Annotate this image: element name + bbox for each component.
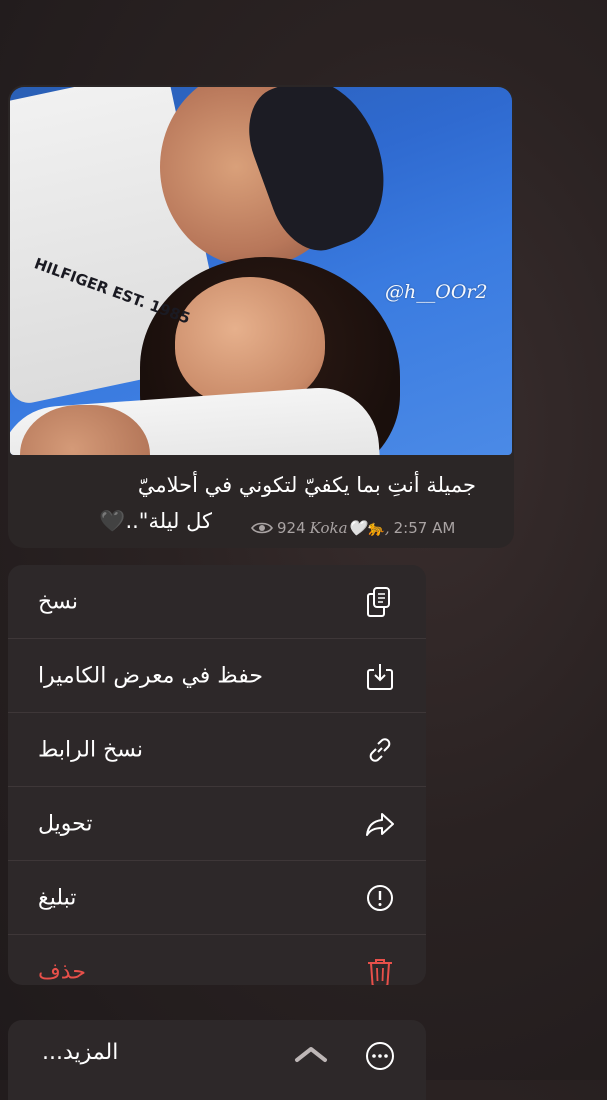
views-count: 924 [277, 519, 306, 537]
message-bubble[interactable]: HILFIGER EST. 1985 @h__OOr2 جميلة أنتِ ب… [8, 85, 514, 548]
menu-item-delete[interactable]: حذف [8, 935, 426, 985]
message-meta: 924 Koka🤍🐆, 2:57 AM [251, 519, 455, 537]
message-photo[interactable]: HILFIGER EST. 1985 @h__OOr2 [10, 87, 512, 455]
menu-item-report[interactable]: تبليغ [8, 861, 426, 935]
save-to-camera-roll-icon [364, 660, 396, 692]
menu-item-save-to-camera-roll[interactable]: حفظ في معرض الكاميرا [8, 639, 426, 713]
more-ellipsis-icon [366, 1042, 394, 1070]
menu-item-label: نسخ الرابط [38, 737, 144, 762]
context-menu: نسخ حفظ في معرض الكاميرا نسخ الرابط تحوي… [8, 565, 426, 985]
menu-item-label: حفظ في معرض الكاميرا [38, 663, 263, 688]
menu-item-label: نسخ [38, 589, 78, 614]
chevron-up-icon [295, 1047, 327, 1062]
menu-item-label: تبليغ [38, 885, 77, 910]
message-time: 2:57 AM [393, 519, 456, 537]
photo-face [175, 277, 325, 407]
views-eye-icon [251, 522, 273, 534]
trash-icon [364, 956, 396, 985]
menu-item-label: تحويل [38, 811, 93, 836]
caption-line-2: كل ليلة"..🖤 [99, 509, 212, 533]
forward-icon [364, 808, 396, 840]
menu-item-more[interactable]: المزيد... [8, 1020, 426, 1100]
more-label: المزيد... [42, 1040, 119, 1065]
report-icon [364, 882, 396, 914]
caption-line-1: جميلة أنتِ بما يكفيّ لتكوني في أحلاميّ [137, 473, 476, 497]
message-author: Koka🤍🐆, [309, 519, 390, 537]
photo-watermark: @h__OOr2 [385, 281, 488, 303]
menu-item-label: حذف [38, 959, 86, 985]
menu-item-copy[interactable]: نسخ [8, 565, 426, 639]
copy-icon [364, 586, 396, 618]
menu-item-copy-link[interactable]: نسخ الرابط [8, 713, 426, 787]
menu-item-forward[interactable]: تحويل [8, 787, 426, 861]
link-icon [364, 734, 396, 766]
